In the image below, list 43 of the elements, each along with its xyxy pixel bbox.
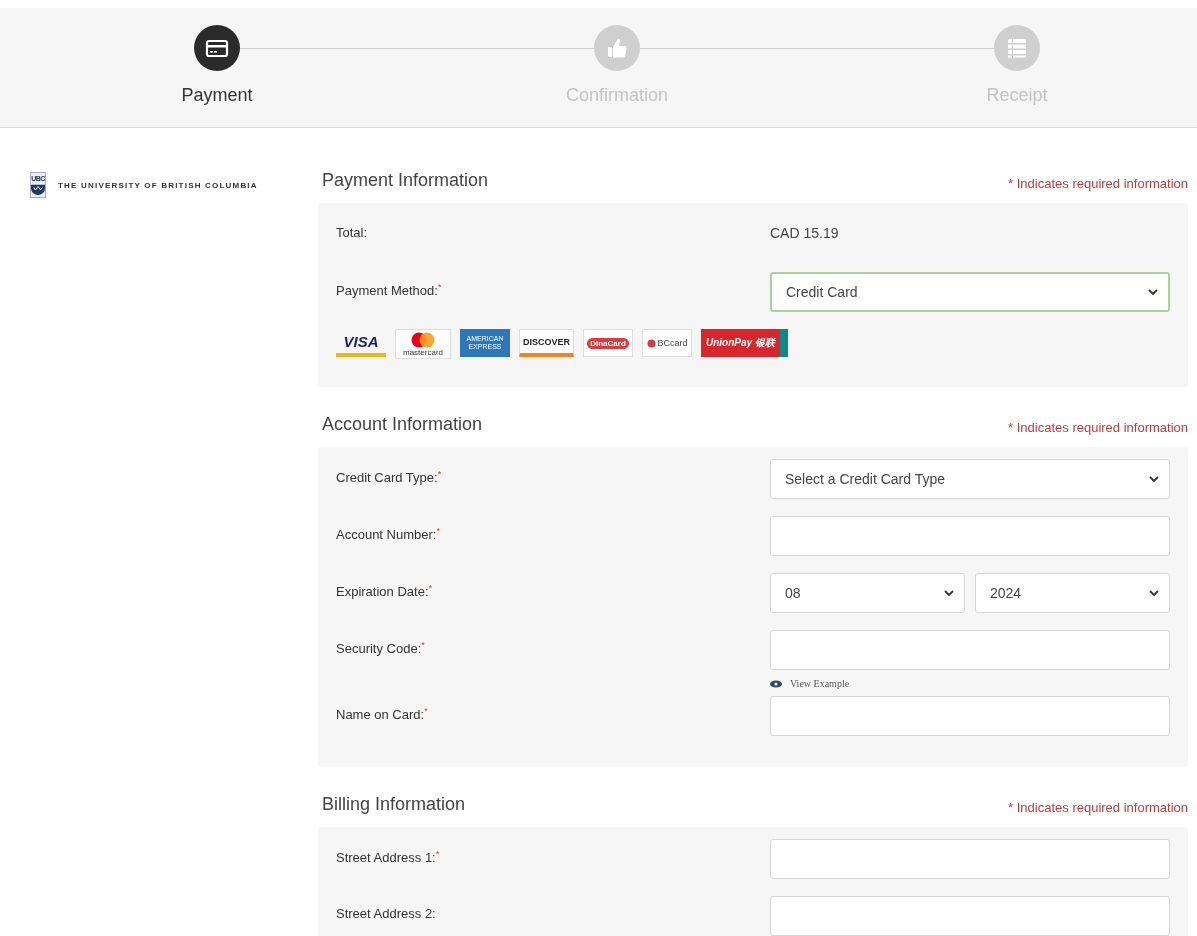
dropdown[interactable]: Select a Credit Card Type: [770, 459, 1170, 499]
mastercard-logo: mastercard: [395, 329, 451, 359]
input-field[interactable]: [770, 896, 1170, 936]
view-example-link[interactable]: View Example: [770, 678, 1170, 689]
input-field[interactable]: [770, 516, 1170, 556]
section-title: Account Information: [322, 413, 483, 435]
field-label: Expiration Date:$^{*}$: [336, 582, 433, 600]
dropdown[interactable]: 2024: [975, 573, 1170, 613]
field-label: Credit Card Type:$^{*}$: [336, 468, 443, 486]
input-field[interactable]: [770, 630, 1170, 670]
visa-logo: VISA: [336, 329, 386, 357]
required-note: * Indicates required information: [1008, 175, 1188, 191]
dropdown[interactable]: 08: [770, 573, 965, 613]
field-label: Street Address 1:$^{*}$: [336, 848, 441, 866]
input-field[interactable]: [770, 696, 1170, 736]
eye-icon: [770, 679, 782, 688]
dropdown[interactable]: Credit Card: [770, 272, 1170, 312]
field-label: Payment Method:$^{*}$: [336, 281, 443, 299]
caret-icon: [1148, 288, 1158, 296]
field-label: Account Number:$^{*}$: [336, 525, 441, 543]
input-field[interactable]: [770, 839, 1170, 879]
discover-logo: DISCOVER: [519, 329, 574, 357]
bccard-logo: BCcard: [642, 329, 692, 357]
required-note: * Indicates required information: [1008, 419, 1188, 435]
caret-icon: [1149, 589, 1159, 597]
unionpay-logo: UnionPay 银联: [701, 329, 788, 357]
shield-crest-icon: [31, 184, 45, 196]
field-label: Security Code:$^{*}$: [336, 639, 426, 657]
section-title: Billing Information: [322, 793, 466, 815]
total-amount: CAD 15.19: [770, 224, 840, 241]
caret-icon: [944, 589, 954, 597]
overlapping-circles-icon: [409, 331, 437, 348]
step-circle[interactable]: [194, 25, 240, 71]
field-label: Total:: [336, 224, 369, 240]
required-note: * Indicates required information: [1008, 799, 1188, 815]
university-name: THE UNIVERSITY OF BRITISH COLUMBIA: [58, 180, 258, 190]
caret-icon: [1149, 475, 1159, 483]
dinacard-logo: DinaCard: [583, 329, 633, 357]
field-label: Name on Card:$^{*}$: [336, 705, 429, 723]
step-label: Payment: [181, 85, 253, 106]
bullet-dot-icon: [646, 338, 656, 348]
field-label: Street Address 2:: [336, 905, 437, 921]
section-title: Payment Information: [322, 169, 489, 191]
